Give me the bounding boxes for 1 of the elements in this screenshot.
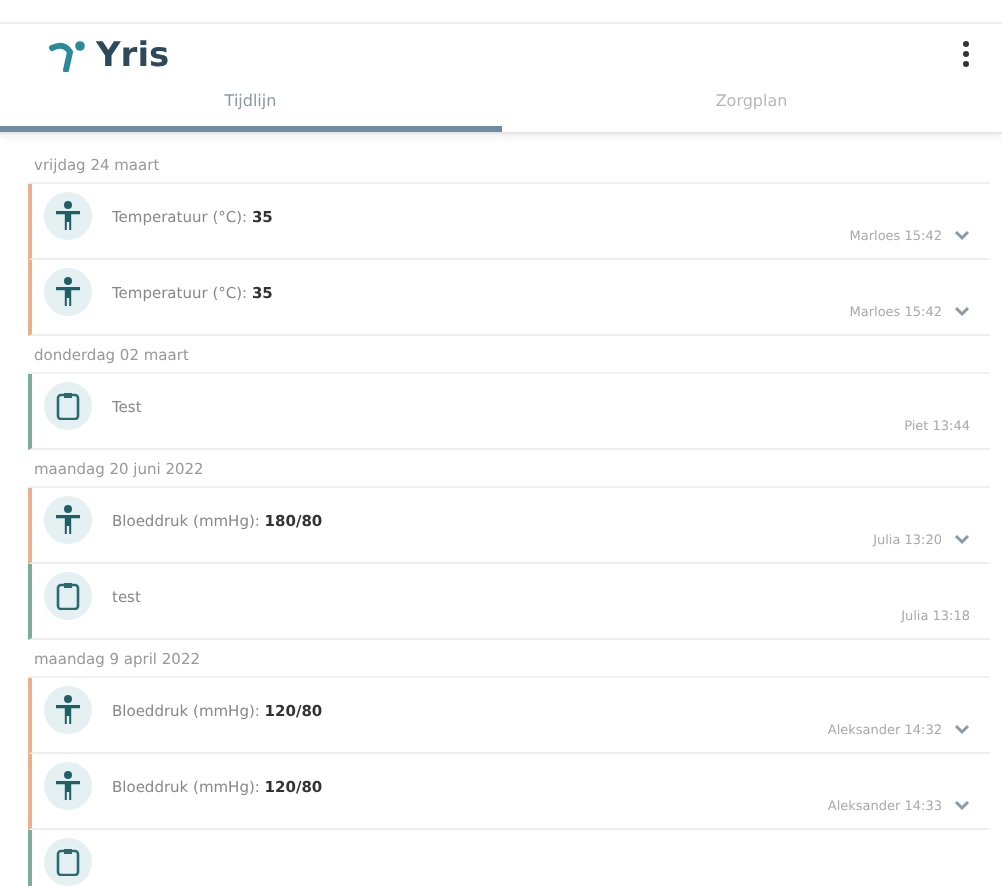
app-title: Yris — [96, 36, 170, 76]
